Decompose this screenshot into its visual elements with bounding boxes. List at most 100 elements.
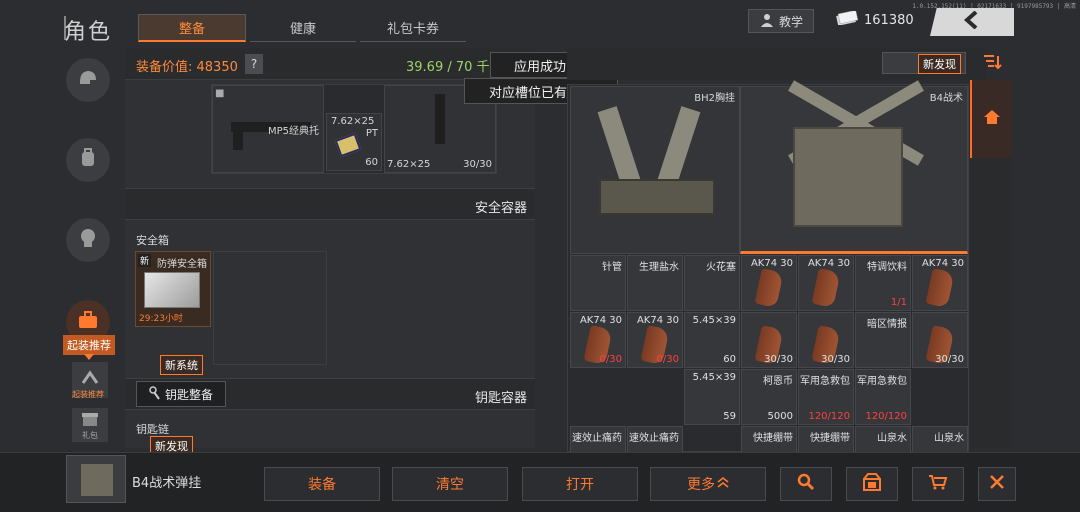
inventory-item-count: 120/120: [808, 411, 850, 422]
inventory-item-count: 5000: [767, 411, 793, 422]
equip-button[interactable]: 装备: [264, 467, 380, 501]
nav-character[interactable]: [66, 218, 110, 262]
chevron-up-icon: [717, 476, 729, 492]
clear-button[interactable]: 清空: [392, 467, 508, 501]
inventory-item[interactable]: 军用急救包 120/120: [798, 369, 854, 425]
weight-display: 39.69 / 70 千: [406, 60, 490, 75]
side-tabs: [970, 158, 1012, 448]
safe-container-title: 安全容器: [474, 201, 527, 216]
safe-box-timer: 29:23小时: [139, 314, 183, 324]
inventory-item[interactable]: 针管: [570, 255, 626, 311]
tutorial-button[interactable]: 教学: [748, 9, 814, 33]
cart-icon: [928, 473, 948, 495]
safe-box-name: 防弹安全箱: [157, 259, 207, 270]
inventory-item-count: 30/30: [935, 354, 964, 365]
inventory-item-count: 60: [723, 354, 736, 365]
ammo-name: 7.62×25: [331, 116, 375, 127]
inventory-item[interactable]: 5.45×39 59: [684, 369, 740, 425]
inventory-item[interactable]: AK74 30: [741, 255, 797, 311]
inventory-item[interactable]: AK74 30: [798, 255, 854, 311]
sort-icon[interactable]: [982, 54, 1002, 74]
inventory-item-count: 30/30: [821, 354, 850, 365]
sell-button[interactable]: [912, 467, 964, 501]
inventory-item[interactable]: AK74 30 0/30: [627, 312, 683, 368]
storage-button[interactable]: [846, 467, 898, 501]
magazine-image: [811, 268, 841, 308]
inventory-item[interactable]: 暗区情报: [855, 312, 911, 368]
vest-b4-body: [793, 127, 903, 227]
keychain-label: 钥匙链: [136, 423, 169, 436]
back-button[interactable]: [930, 8, 1014, 36]
magazine-count: 30/30: [463, 159, 492, 170]
inventory-item-name: 柯恩币: [763, 376, 793, 387]
key-icon: [149, 385, 161, 403]
vest-pouches: [599, 179, 715, 215]
nav-gift[interactable]: 礼包: [72, 408, 108, 442]
cash-icon: [836, 9, 859, 29]
home-tab[interactable]: [970, 80, 1012, 158]
inventory-item[interactable]: 火花塞: [684, 255, 740, 311]
inventory-item-name: 暗区情报: [867, 319, 907, 330]
safe-box-item[interactable]: 新 防弹安全箱 29:23小时: [135, 251, 211, 327]
inventory-item-name: 山泉水: [877, 433, 907, 444]
key-container-title: 钥匙容器: [474, 391, 527, 406]
inventory-item[interactable]: 军用急救包 120/120: [855, 369, 911, 425]
inventory-item-name: 军用急救包: [857, 376, 907, 387]
close-button[interactable]: [978, 467, 1016, 501]
stock-slot[interactable]: MP5经典托 ■: [212, 85, 324, 173]
inventory-item-name: 快捷绷带: [810, 433, 850, 444]
close-icon: [989, 474, 1005, 494]
nav-helmet[interactable]: [66, 58, 110, 102]
ammo-sub: PT: [365, 128, 378, 139]
vest-slot-b4[interactable]: B4战术: [740, 80, 968, 254]
tab-health[interactable]: 健康: [250, 14, 356, 42]
inventory-item[interactable]: 30/30: [912, 312, 968, 368]
teacher-icon: [759, 13, 775, 30]
inventory-item-name: AK74 30: [921, 258, 964, 269]
inventory-item[interactable]: 30/30: [741, 312, 797, 368]
inventory-item-count: 0/30: [599, 354, 622, 365]
help-button[interactable]: ?: [245, 54, 263, 74]
inventory-item-name: 山泉水: [934, 433, 964, 444]
more-button[interactable]: 更多: [650, 467, 766, 501]
new-system-tag: 新系统: [160, 355, 203, 375]
tab-gift-cards[interactable]: 礼包卡券: [360, 14, 466, 42]
key-organize-button[interactable]: 钥匙整备: [136, 381, 226, 407]
inventory-item[interactable]: AK74 30 0/30: [570, 312, 626, 368]
inventory-item-name: 特调饮料: [867, 262, 907, 273]
ammo-slot[interactable]: 7.62×25 PT 60: [326, 113, 382, 171]
magazine-image: [754, 268, 784, 308]
storage-box-icon: [862, 473, 882, 495]
currency-display: 161380: [836, 9, 914, 29]
open-button[interactable]: 打开: [522, 467, 638, 501]
inventory-item-name: AK74 30: [750, 258, 793, 269]
selected-item-image: [81, 464, 113, 496]
nav-backpack[interactable]: [66, 138, 110, 182]
safe-container-header: 安全容器: [125, 188, 535, 220]
inventory-item[interactable]: AK74 30: [912, 255, 968, 311]
gift-icon: [81, 410, 99, 430]
tutorial-label: 教学: [778, 14, 803, 29]
rarity-icon: ■: [215, 88, 225, 99]
inventory-item[interactable]: 生理盐水: [627, 255, 683, 311]
safe-box-grid[interactable]: [213, 251, 327, 365]
inventory-item-name: 快捷绷带: [753, 433, 793, 444]
weapon-attachment-grid: MP5经典托 ■ 7.62×25 PT 60 7.62×25 30/30: [211, 84, 497, 174]
vest-b4-name: B4战术: [929, 93, 963, 104]
key-organize-label: 钥匙整备: [164, 387, 213, 402]
search-button[interactable]: [780, 467, 832, 501]
vest-slot-bh2[interactable]: BH2胸挂: [570, 86, 740, 254]
more-label: 更多: [687, 477, 715, 493]
inventory-item[interactable]: 30/30: [798, 312, 854, 368]
inventory-item-name: AK74 30: [807, 258, 850, 269]
stock-name: MP5经典托: [267, 126, 319, 137]
tab-equip[interactable]: 整备: [138, 14, 246, 42]
gift-label: 礼包: [82, 430, 98, 440]
inventory-item[interactable]: 5.45×39 60: [684, 312, 740, 368]
stock-grip-image: [233, 130, 243, 150]
backpack-icon: [76, 146, 100, 174]
gear-recommend-label: 起装推荐: [72, 390, 104, 399]
inventory-item[interactable]: 柯恩币 5000: [741, 369, 797, 425]
inventory-item-name: 速效止痛药: [572, 433, 622, 444]
inventory-item[interactable]: 特调饮料 1/1: [855, 255, 911, 311]
